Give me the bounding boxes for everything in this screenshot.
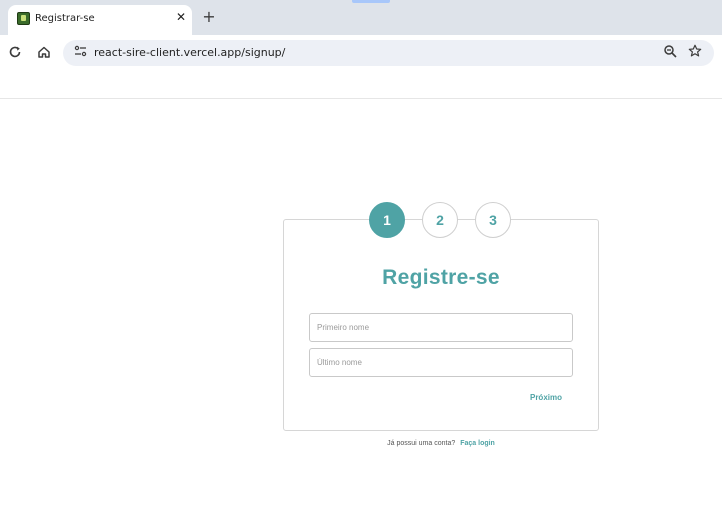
first-name-field[interactable]	[309, 313, 573, 342]
tab-title: Registrar-se	[35, 13, 95, 24]
favicon-icon	[17, 12, 30, 25]
address-bar[interactable]: react-sire-client.vercel.app/signup/	[63, 40, 714, 66]
login-link[interactable]: Faça login	[460, 440, 495, 447]
step-1[interactable]: 1	[369, 202, 405, 238]
new-tab-button[interactable]: +	[201, 9, 217, 25]
next-button[interactable]: Próximo	[522, 390, 570, 405]
url-text[interactable]: react-sire-client.vercel.app/signup/	[94, 46, 285, 59]
star-icon[interactable]	[687, 44, 703, 60]
home-icon[interactable]	[36, 45, 52, 61]
zoom-icon[interactable]	[662, 44, 678, 60]
tab-strip: Registrar-se ✕ +	[0, 0, 722, 35]
login-prompt: Já possui uma conta? Faça login	[283, 440, 599, 447]
step-indicator: 1 2 3	[369, 201, 512, 239]
page-title: Registre-se	[382, 266, 500, 289]
step-2[interactable]: 2	[422, 202, 458, 238]
step-3[interactable]: 3	[475, 202, 511, 238]
browser-toolbar: react-sire-client.vercel.app/signup/	[0, 35, 722, 72]
last-name-field[interactable]	[309, 348, 573, 377]
page-divider	[0, 98, 722, 99]
tab-strip-accent	[352, 0, 390, 3]
close-icon[interactable]: ✕	[174, 10, 188, 24]
reload-icon[interactable]	[7, 45, 23, 61]
site-info-icon[interactable]	[72, 45, 88, 61]
login-question: Já possui uma conta?	[387, 440, 456, 447]
browser-tab[interactable]: Registrar-se ✕	[8, 5, 192, 35]
